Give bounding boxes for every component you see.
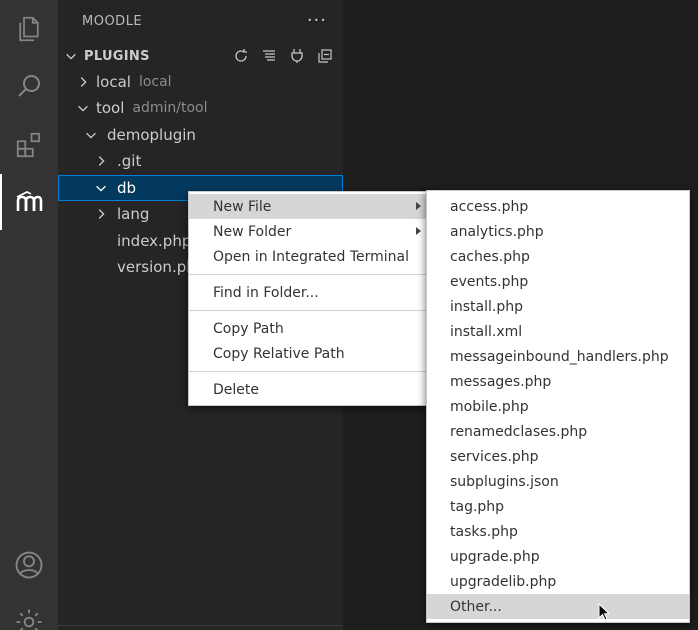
menu-separator [189, 371, 427, 372]
tree-item-label: local [96, 73, 131, 91]
menu-separator [189, 310, 427, 311]
chevron-down-icon [64, 49, 78, 63]
chevron-down-icon [76, 101, 90, 115]
tree-item-description: admin/tool [132, 100, 208, 116]
submenu-item[interactable]: messages.php [427, 369, 689, 394]
menu-item-copy-relative-path[interactable]: Copy Relative Path [189, 341, 427, 366]
menu-item-label: Open in Integrated Terminal [213, 248, 409, 265]
menu-item-new-file[interactable]: New File [189, 194, 427, 219]
menu-item-label: Find in Folder... [213, 284, 319, 301]
search-icon[interactable] [0, 61, 58, 111]
plug-icon[interactable] [287, 46, 307, 66]
tree-item-label: index.php [117, 232, 192, 250]
menu-item-label: New File [213, 198, 272, 215]
submenu-item-other[interactable]: Other... [427, 594, 689, 619]
submenu-arrow-icon [416, 227, 421, 235]
submenu-item[interactable]: upgradelib.php [427, 569, 689, 594]
moodle-icon[interactable] [0, 177, 58, 227]
menu-item-copy-path[interactable]: Copy Path [189, 316, 427, 341]
chevron-right-icon [94, 154, 108, 168]
tree-item-local[interactable]: local local [58, 69, 343, 95]
menu-item-label: Delete [213, 381, 259, 398]
tree-item-label: .git [117, 152, 142, 170]
tree-item-git[interactable]: .git [58, 148, 343, 174]
menu-item-label: Copy Relative Path [213, 345, 345, 362]
section-title: PLUGINS [84, 48, 150, 64]
tree-item-tool[interactable]: tool admin/tool [58, 95, 343, 121]
submenu-item[interactable]: services.php [427, 444, 689, 469]
menu-item-new-folder[interactable]: New Folder [189, 219, 427, 244]
chevron-right-icon [76, 75, 90, 89]
submenu-item[interactable]: subplugins.json [427, 469, 689, 494]
menu-item-label: Copy Path [213, 320, 284, 337]
collapse-folders-icon[interactable] [315, 46, 335, 66]
menu-item-open-in-terminal[interactable]: Open in Integrated Terminal [189, 244, 427, 269]
submenu-item[interactable]: tag.php [427, 494, 689, 519]
submenu-item[interactable]: install.xml [427, 319, 689, 344]
submenu-item[interactable]: mobile.php [427, 394, 689, 419]
menu-item-delete[interactable]: Delete [189, 377, 427, 402]
menu-item-label: New Folder [213, 223, 292, 240]
activity-bar [0, 0, 58, 630]
more-actions-icon[interactable]: ··· [307, 10, 327, 31]
vscode-window: MOODLE ··· PLUGINS local local tool admi… [0, 0, 698, 630]
chevron-down-icon [84, 128, 98, 142]
sidebar-title: MOODLE [82, 14, 143, 29]
submenu-item[interactable]: analytics.php [427, 219, 689, 244]
new-file-submenu: access.php analytics.php caches.php even… [426, 190, 690, 623]
submenu-item[interactable]: upgrade.php [427, 544, 689, 569]
tree-item-label: demoplugin [107, 126, 196, 144]
tree-item-description: local [138, 74, 172, 90]
chevron-right-icon [94, 207, 108, 221]
extensions-icon[interactable] [0, 120, 58, 170]
submenu-item[interactable]: renamedclases.php [427, 419, 689, 444]
tree-item-label: lang [117, 205, 150, 223]
menu-item-find-in-folder[interactable]: Find in Folder... [189, 280, 427, 305]
submenu-item[interactable]: access.php [427, 194, 689, 219]
mouse-cursor-icon [598, 603, 611, 621]
submenu-item[interactable]: tasks.php [427, 519, 689, 544]
account-icon[interactable] [0, 540, 58, 590]
tree-item-label: db [117, 179, 137, 197]
submenu-item[interactable]: install.php [427, 294, 689, 319]
sidebar-bottom-divider [58, 625, 343, 630]
explorer-icon[interactable] [0, 4, 58, 54]
refresh-icon[interactable] [231, 46, 251, 66]
chevron-down-icon [94, 181, 108, 195]
menu-separator [189, 274, 427, 275]
submenu-arrow-icon [416, 202, 421, 210]
submenu-item[interactable]: caches.php [427, 244, 689, 269]
collapse-all-icon[interactable] [259, 46, 279, 66]
submenu-item[interactable]: messageinbound_handlers.php [427, 344, 689, 369]
tree-item-label: tool [96, 99, 125, 117]
settings-gear-icon[interactable] [0, 597, 58, 630]
submenu-item[interactable]: events.php [427, 269, 689, 294]
tree-item-demoplugin[interactable]: demoplugin [58, 122, 343, 148]
explorer-context-menu: New File New Folder Open in Integrated T… [188, 191, 428, 406]
plugins-section-header[interactable]: PLUGINS [58, 44, 343, 68]
